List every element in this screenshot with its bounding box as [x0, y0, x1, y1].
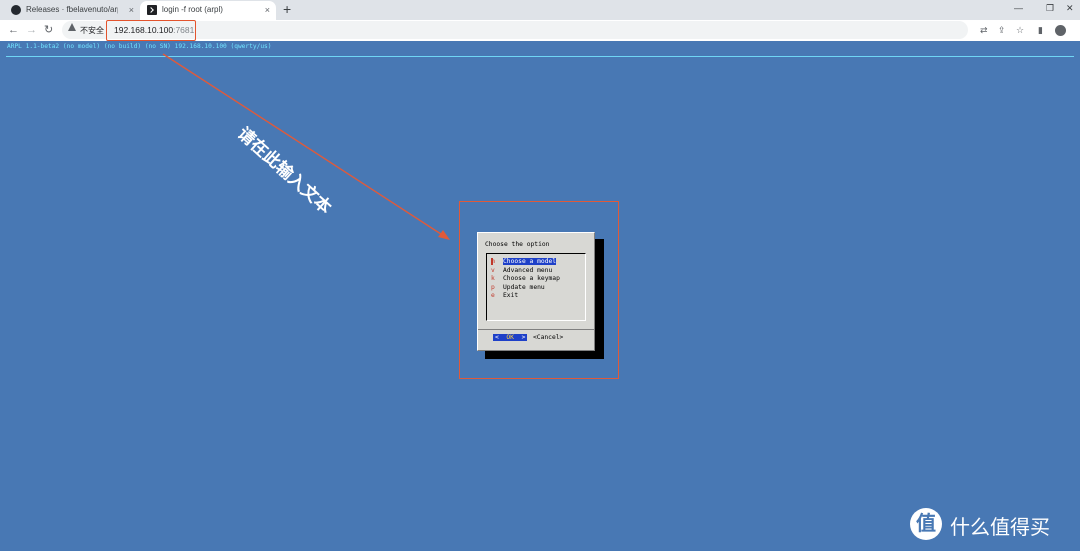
annotation-arrow [162, 53, 450, 240]
arrow-line [162, 53, 445, 237]
arrow-head [438, 230, 450, 240]
